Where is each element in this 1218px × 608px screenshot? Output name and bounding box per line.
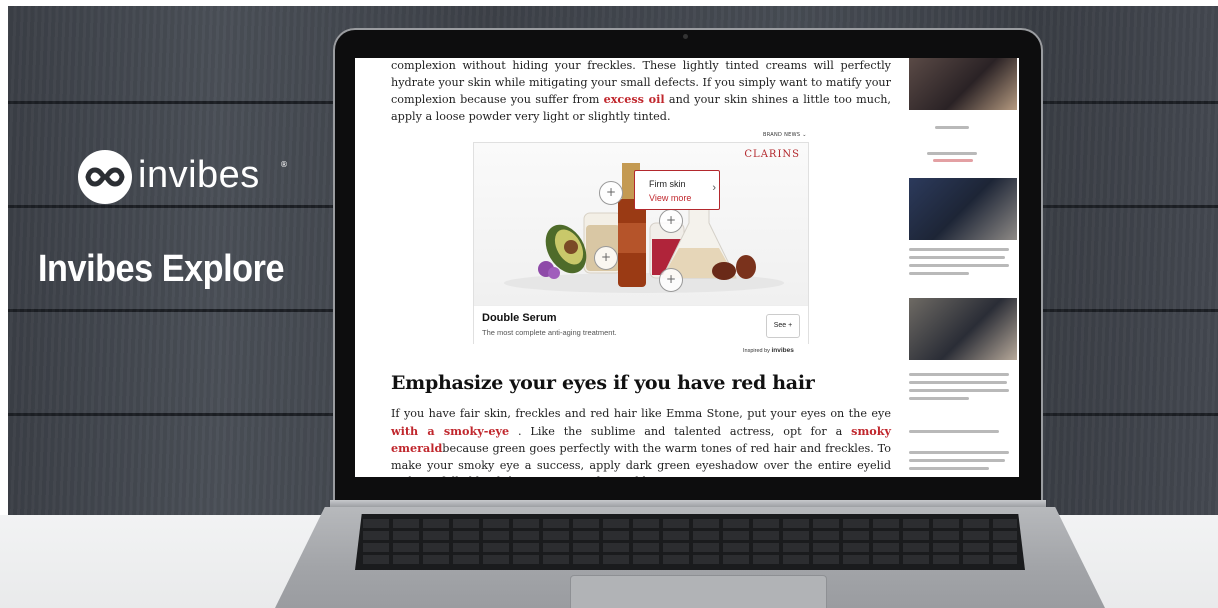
inspired-by-label: Inspired by invibes (743, 347, 794, 354)
brand-news-label[interactable]: BRAND NEWS ⌄ (763, 132, 807, 138)
article-sidebar (905, 58, 1019, 477)
laptop-keyboard (355, 514, 1025, 570)
ad-product-subtitle: The most complete anti-aging treatment. (482, 328, 617, 337)
brand-name: invibes (138, 154, 260, 196)
ad-info-bar: Double Serum The most complete anti-agin… (474, 305, 808, 344)
ad-hotspot-2[interactable]: + (659, 209, 683, 233)
ad-hotspot-4[interactable]: + (659, 268, 683, 292)
image-border-left (0, 0, 8, 515)
image-border-top (0, 0, 1218, 6)
chevron-right-icon[interactable]: › (712, 182, 716, 194)
laptop-screen: complexion without hiding your freckles.… (355, 58, 1019, 477)
ad-hotspot-1[interactable]: + (599, 181, 623, 205)
registered-mark: ® (280, 160, 288, 169)
tooltip-title: Firm skin (649, 179, 686, 189)
ad-product-title: Double Serum (482, 312, 557, 324)
article-paragraph-1: complexion without hiding your freckles.… (391, 59, 891, 123)
ad-product-image (504, 163, 784, 293)
invibes-ad-unit[interactable]: CLARINS + + + + Firm skin View more › Do… (473, 142, 809, 344)
sidebar-thumbnail-2[interactable] (909, 178, 1017, 240)
webcam (683, 34, 688, 39)
ad-product-visual[interactable]: CLARINS + + + + Firm skin View more › (474, 143, 808, 305)
inspired-by-brand: invibes (771, 347, 794, 354)
sidebar-thumbnail-1[interactable] (909, 58, 1017, 110)
ad-hotspot-3[interactable]: + (594, 246, 618, 270)
product-title: Invibes Explore (38, 248, 285, 290)
tooltip-view-more-link[interactable]: View more (649, 193, 691, 203)
excess-oil-link[interactable]: excess oil (604, 92, 665, 106)
product-tooltip[interactable]: Firm skin View more › (634, 170, 720, 210)
invibes-logo-icon (78, 150, 132, 204)
invibes-logo: invibes ® (78, 150, 318, 210)
sidebar-thumbnail-3[interactable] (909, 298, 1017, 360)
laptop-trackpad (570, 575, 827, 608)
article-heading: Emphasize your eyes if you have red hair (391, 372, 815, 394)
promo-scene: invibes ® Invibes Explore complexion wit… (0, 0, 1218, 608)
article-paragraph-2: If you have fair skin, freckles and red … (391, 407, 891, 477)
clarins-logo: CLARINS (744, 149, 800, 160)
see-more-button[interactable]: See + (766, 314, 800, 338)
smoky-eye-link[interactable]: with a smoky-eye (391, 424, 509, 438)
